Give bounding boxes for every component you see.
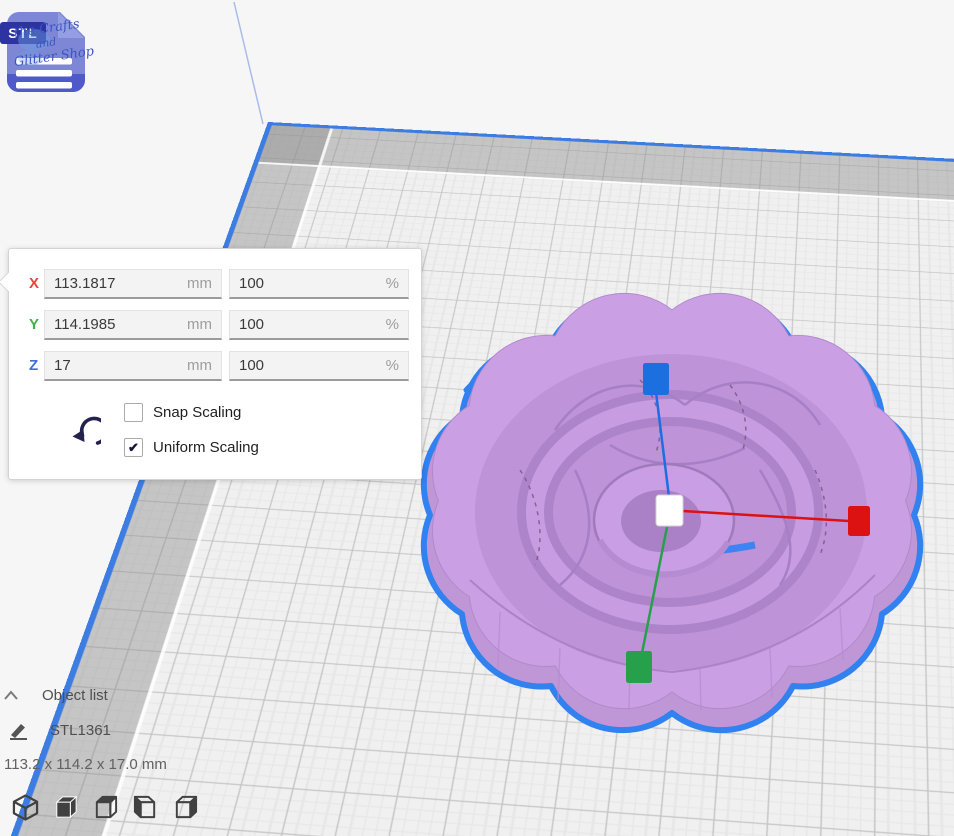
- scale-tool-panel: X 113.1817 mm 100 % Y 114.1985 mm 100 % …: [8, 248, 422, 480]
- x-size-value: 113.1817: [54, 275, 115, 292]
- z-size-value: 17: [54, 357, 71, 374]
- object-list-toggle[interactable]: Object list: [42, 687, 108, 704]
- reset-scale-button[interactable]: [57, 413, 101, 457]
- x-percent-input[interactable]: 100 %: [229, 269, 409, 299]
- y-percent-input[interactable]: 100 %: [229, 310, 409, 340]
- y-size-value: 114.1985: [54, 316, 115, 333]
- scale-row-y: Y 114.1985 mm 100 %: [9, 310, 421, 340]
- reset-icon: [82, 418, 101, 443]
- y-percent-unit: %: [386, 316, 399, 333]
- snap-scaling-row: Snap Scaling: [124, 403, 241, 422]
- object-list-item[interactable]: STL1361: [50, 722, 111, 739]
- right-view-icon[interactable]: [172, 794, 199, 821]
- scale-row-x: X 113.1817 mm 100 %: [9, 269, 421, 299]
- 3d-view-icon[interactable]: [12, 794, 39, 821]
- view-orientation-toolbar: [12, 794, 199, 821]
- z-percent-input[interactable]: 100 %: [229, 351, 409, 381]
- stl-file-watermark: STL the Crafts and Glitter Shop: [0, 0, 100, 100]
- scale-row-z: Z 17 mm 100 %: [9, 351, 421, 381]
- x-percent-value: 100: [239, 275, 264, 292]
- slicer-window: X 113.1817 mm 100 % Y 114.1985 mm 100 % …: [0, 0, 954, 836]
- uniform-scaling-checkbox[interactable]: ✔: [124, 438, 143, 457]
- x-size-input[interactable]: 113.1817 mm: [44, 269, 222, 299]
- uniform-scaling-label: Uniform Scaling: [153, 439, 259, 456]
- x-size-unit: mm: [187, 275, 212, 292]
- pencil-icon[interactable]: [8, 721, 30, 741]
- chevron-up-icon[interactable]: [3, 689, 19, 701]
- x-percent-unit: %: [386, 275, 399, 292]
- snap-scaling-label: Snap Scaling: [153, 404, 241, 421]
- checkmark: ✔: [128, 440, 139, 456]
- snap-scaling-checkbox[interactable]: [124, 403, 143, 422]
- y-size-input[interactable]: 114.1985 mm: [44, 310, 222, 340]
- uniform-scaling-row: ✔ Uniform Scaling: [124, 438, 259, 457]
- y-size-unit: mm: [187, 316, 212, 333]
- front-view-icon[interactable]: [52, 794, 79, 821]
- top-view-icon[interactable]: [92, 794, 119, 821]
- model-dimensions: 113.2 x 114.2 x 17.0 mm: [4, 756, 167, 773]
- z-percent-unit: %: [386, 357, 399, 374]
- z-percent-value: 100: [239, 357, 264, 374]
- y-percent-value: 100: [239, 316, 264, 333]
- z-size-input[interactable]: 17 mm: [44, 351, 222, 381]
- z-size-unit: mm: [187, 357, 212, 374]
- left-view-icon[interactable]: [132, 794, 159, 821]
